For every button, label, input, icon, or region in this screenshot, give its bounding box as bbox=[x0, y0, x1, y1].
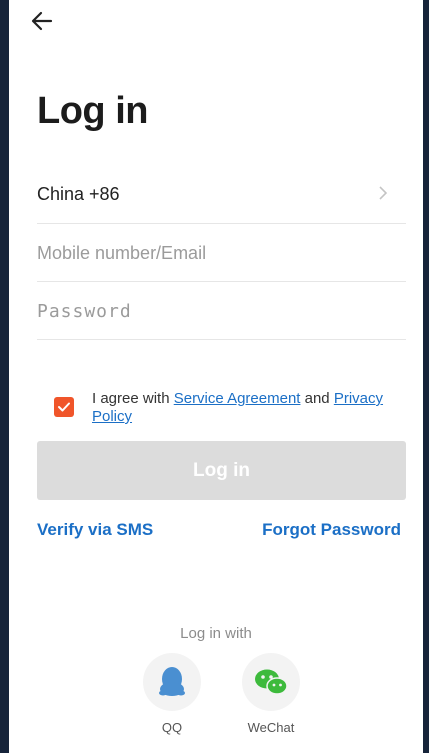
wechat-icon bbox=[255, 669, 288, 695]
chevron-right-icon bbox=[378, 185, 388, 201]
country-label: China +86 bbox=[37, 184, 120, 204]
wechat-login-button[interactable] bbox=[242, 653, 300, 711]
agreement-middle: and bbox=[300, 390, 334, 407]
forgot-password-link[interactable]: Forgot Password bbox=[262, 520, 401, 540]
agreement-checkbox[interactable] bbox=[54, 397, 74, 417]
qq-label: QQ bbox=[161, 720, 183, 735]
wechat-label: WeChat bbox=[247, 720, 295, 735]
service-agreement-link[interactable]: Service Agreement bbox=[174, 390, 301, 407]
login-with-heading: Log in with bbox=[180, 625, 252, 642]
country-selector[interactable]: China +86 bbox=[37, 165, 406, 224]
qq-icon bbox=[159, 667, 185, 696]
verify-sms-link[interactable]: Verify via SMS bbox=[37, 520, 153, 540]
page-title: Log in bbox=[37, 90, 148, 132]
login-screen: Log in China +86 I agree with Service Ag… bbox=[9, 0, 423, 753]
check-icon bbox=[58, 402, 70, 412]
qq-login-button[interactable] bbox=[143, 653, 201, 711]
mobile-email-input[interactable] bbox=[37, 233, 406, 273]
arrow-left-icon[interactable] bbox=[29, 8, 55, 34]
password-row bbox=[37, 281, 406, 340]
login-button[interactable]: Log in bbox=[37, 441, 406, 500]
agreement-text: I agree with Service Agreement and Priva… bbox=[92, 390, 402, 426]
password-input[interactable] bbox=[37, 291, 406, 331]
mobile-row bbox=[37, 223, 406, 282]
agreement-prefix: I agree with bbox=[92, 390, 174, 407]
